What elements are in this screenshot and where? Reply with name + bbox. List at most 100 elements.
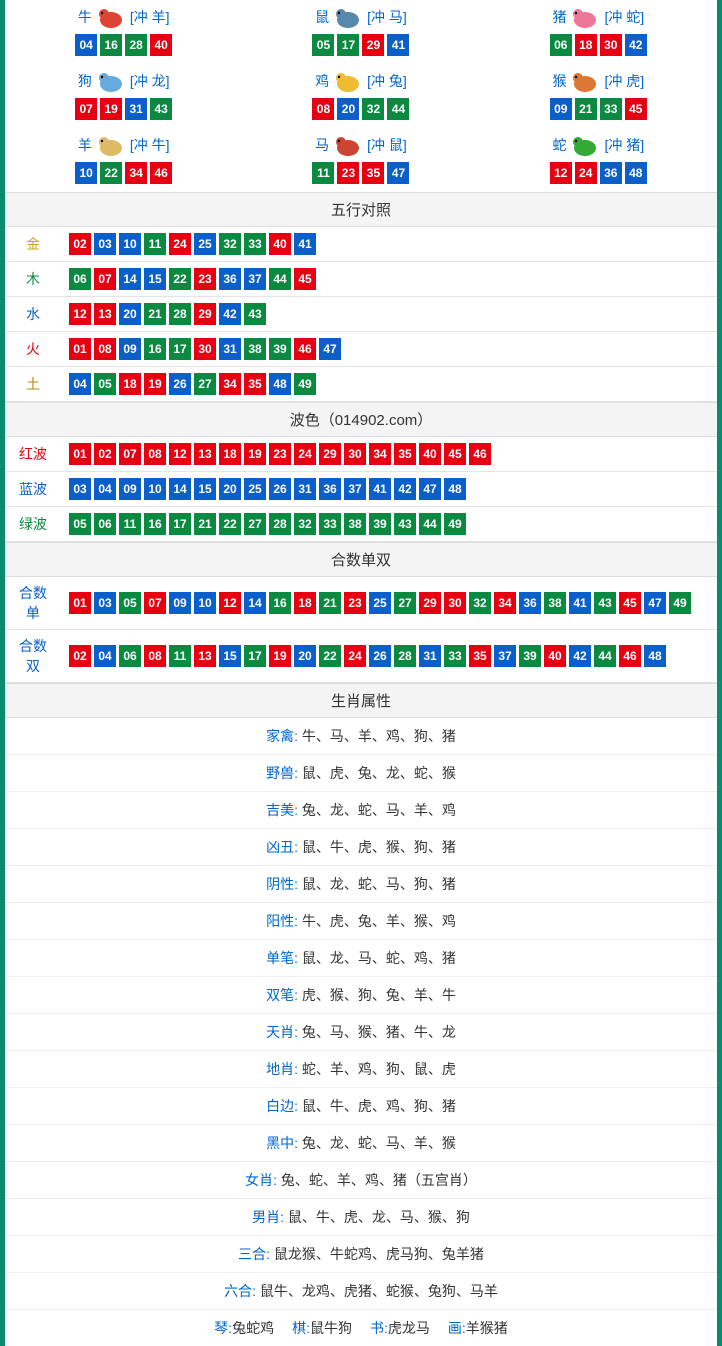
- ball: 04: [94, 478, 116, 500]
- ball: 24: [575, 162, 597, 184]
- attr-value: 鼠、虎、兔、龙、蛇、猴: [298, 765, 456, 781]
- ball: 16: [144, 513, 166, 535]
- ball: 37: [494, 645, 516, 667]
- ball: 33: [600, 98, 622, 120]
- ball: 44: [387, 98, 409, 120]
- zodiac-cell: 牛[冲 羊]04162840: [5, 0, 242, 64]
- bose-table: 红波0102070812131819232429303435404546蓝波03…: [5, 437, 717, 542]
- ball: 15: [194, 478, 216, 500]
- ball: 32: [362, 98, 384, 120]
- ball: 36: [519, 592, 541, 614]
- ball: 36: [219, 268, 241, 290]
- row-balls: 0108091617303138394647: [61, 332, 717, 367]
- attr-row: 凶丑: 鼠、牛、虎、猴、狗、猪: [5, 829, 717, 866]
- attr-label: 三合:: [238, 1246, 270, 1262]
- ball: 32: [469, 592, 491, 614]
- attr-label: 野兽:: [266, 765, 298, 781]
- row-balls: 0204060811131517192022242628313335373940…: [61, 630, 717, 683]
- ball: 19: [244, 443, 266, 465]
- ball: 36: [600, 162, 622, 184]
- ball: 09: [169, 592, 191, 614]
- zodiac-icon: [331, 132, 365, 158]
- qqsh-value: 虎龙马: [388, 1320, 430, 1336]
- row-label: 木: [5, 262, 61, 297]
- ball: 17: [169, 513, 191, 535]
- qqsh-value: 鼠牛狗: [310, 1320, 352, 1336]
- ball: 13: [94, 303, 116, 325]
- ball: 23: [344, 592, 366, 614]
- row-label: 金: [5, 227, 61, 262]
- ball: 01: [69, 338, 91, 360]
- attr-value: 牛、马、羊、鸡、狗、猪: [298, 728, 456, 744]
- attr-label: 天肖:: [266, 1024, 298, 1040]
- ball: 16: [269, 592, 291, 614]
- ball: 02: [69, 645, 91, 667]
- qqsh-key: 书:: [370, 1320, 388, 1336]
- ball: 49: [669, 592, 691, 614]
- ball: 05: [119, 592, 141, 614]
- table-row: 蓝波03040910141520252631363741424748: [5, 472, 717, 507]
- ball: 49: [444, 513, 466, 535]
- ball: 12: [219, 592, 241, 614]
- ball: 29: [419, 592, 441, 614]
- ball: 12: [69, 303, 91, 325]
- ball: 01: [69, 443, 91, 465]
- ball: 23: [269, 443, 291, 465]
- zodiac-icon: [568, 132, 602, 158]
- qqsh-item: 琴:兔蛇鸡: [214, 1318, 274, 1338]
- attr-label: 地肖:: [266, 1061, 298, 1077]
- ball: 27: [194, 373, 216, 395]
- ball: 06: [119, 645, 141, 667]
- zodiac-icon: [331, 68, 365, 94]
- table-row: 合数单0103050709101214161821232527293032343…: [5, 577, 717, 630]
- zodiac-cell: 羊[冲 牛]10223446: [5, 128, 242, 192]
- ball: 39: [269, 338, 291, 360]
- ball: 09: [550, 98, 572, 120]
- ball: 08: [144, 645, 166, 667]
- ball: 27: [244, 513, 266, 535]
- attr-value: 鼠牛、龙鸡、虎猪、蛇猴、兔狗、马羊: [256, 1283, 498, 1299]
- zodiac-cell: 狗[冲 龙]07193143: [5, 64, 242, 128]
- ball: 12: [550, 162, 572, 184]
- attr-row: 女肖: 兔、蛇、羊、鸡、猪（五宫肖）: [5, 1162, 717, 1199]
- zodiac-name: 鼠: [315, 7, 329, 27]
- ball: 11: [119, 513, 141, 535]
- ball: 11: [169, 645, 191, 667]
- ball: 41: [369, 478, 391, 500]
- attr-label: 男肖:: [252, 1209, 284, 1225]
- attr-row: 野兽: 鼠、虎、兔、龙、蛇、猴: [5, 755, 717, 792]
- ball: 33: [319, 513, 341, 535]
- ball: 10: [119, 233, 141, 255]
- zodiac-conflict: [冲 鼠]: [367, 135, 407, 155]
- ball: 42: [219, 303, 241, 325]
- ball: 24: [294, 443, 316, 465]
- ball: 47: [419, 478, 441, 500]
- ball: 19: [144, 373, 166, 395]
- ball: 05: [69, 513, 91, 535]
- attr-row: 黑中: 兔、龙、蛇、马、羊、猴: [5, 1125, 717, 1162]
- zodiac-icon: [94, 68, 128, 94]
- ball: 05: [312, 34, 334, 56]
- ball: 18: [294, 592, 316, 614]
- ball: 29: [319, 443, 341, 465]
- ball: 03: [69, 478, 91, 500]
- ball: 26: [169, 373, 191, 395]
- ball: 44: [269, 268, 291, 290]
- ball: 13: [194, 443, 216, 465]
- section-header-bose: 波色（014902.com）: [5, 402, 717, 437]
- zodiac-icon: [331, 4, 365, 30]
- zodiac-cell: 鸡[冲 兔]08203244: [242, 64, 479, 128]
- attr-row: 阳性: 牛、虎、兔、羊、猴、鸡: [5, 903, 717, 940]
- row-balls: 03040910141520252631363741424748: [61, 472, 717, 507]
- ball: 31: [219, 338, 241, 360]
- ball: 41: [569, 592, 591, 614]
- ball: 21: [144, 303, 166, 325]
- zodiac-conflict: [冲 蛇]: [604, 7, 644, 27]
- zodiac-cell: 马[冲 鼠]11233547: [242, 128, 479, 192]
- qqsh-key: 琴:: [214, 1320, 232, 1336]
- ball: 30: [194, 338, 216, 360]
- zodiac-icon: [94, 4, 128, 30]
- heshu-table: 合数单0103050709101214161821232527293032343…: [5, 577, 717, 683]
- ball: 25: [369, 592, 391, 614]
- attr-value: 鼠、牛、虎、鸡、狗、猪: [298, 1098, 456, 1114]
